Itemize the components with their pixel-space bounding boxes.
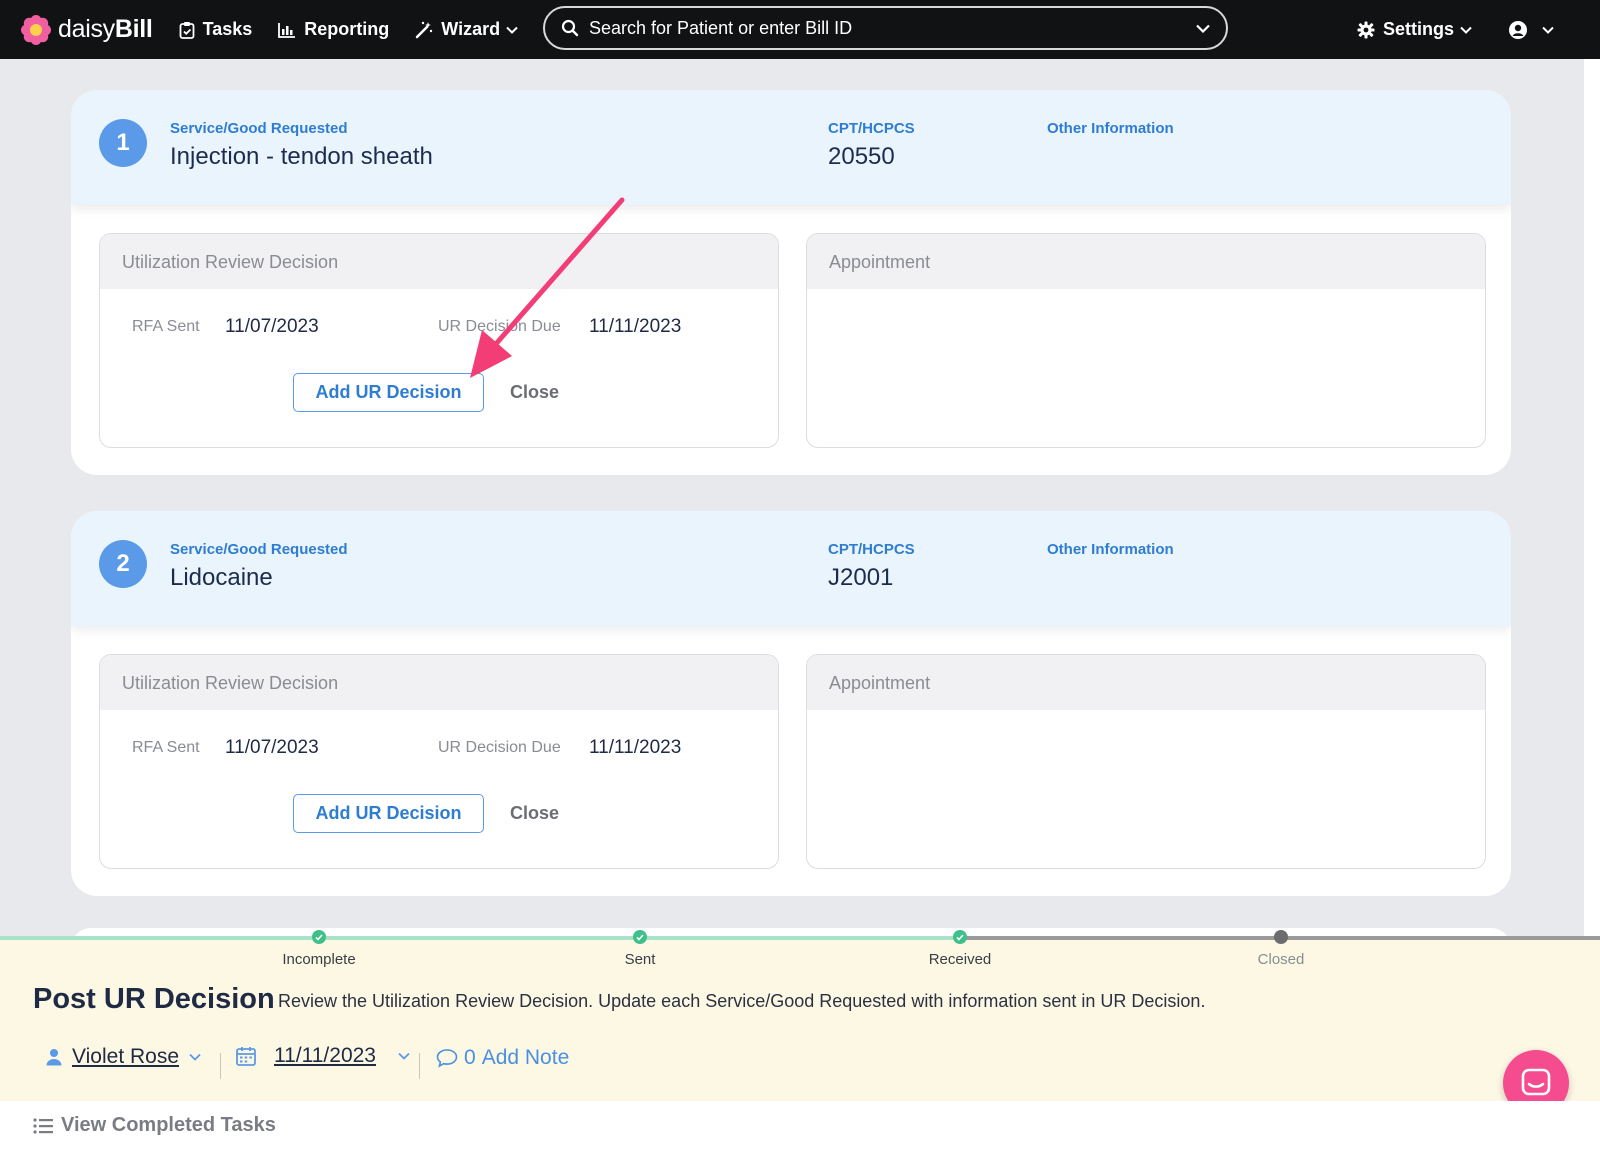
step-sent-check-icon [633, 930, 647, 944]
cpt-value: J2001 [828, 564, 894, 591]
service-label: Service/Good Requested [170, 541, 348, 558]
divider [419, 1053, 420, 1079]
progress-line-done [0, 936, 960, 940]
comment-icon [436, 1049, 458, 1068]
request-card-1: 1 Service/Good Requested Injection - ten… [71, 90, 1511, 475]
gear-icon [1357, 21, 1375, 38]
chevron-down-icon [506, 26, 518, 34]
assignee-name: Violet Rose [72, 1045, 180, 1068]
ur-due-value: 11/11/2023 [589, 316, 682, 337]
brand-logo[interactable]: daisyBill [20, 14, 153, 46]
due-date-picker[interactable]: 11/11/2023 [236, 1044, 410, 1068]
add-note-button[interactable]: 0 Add Note [436, 1046, 569, 1070]
step-incomplete-check-icon [312, 930, 326, 944]
ur-due-value: 11/11/2023 [589, 737, 682, 758]
chevron-down-icon [1542, 26, 1554, 34]
nav-tasks[interactable]: Tasks [179, 19, 253, 40]
view-completed-tasks-link[interactable]: View Completed Tasks [33, 1114, 276, 1137]
nav-wizard[interactable]: Wizard [415, 19, 526, 40]
appointment-panel: Appointment [806, 654, 1486, 869]
ur-decision-panel: Utilization Review Decision RFA Sent 11/… [99, 654, 779, 869]
step-incomplete-label: Incomplete [282, 951, 356, 968]
rfa-sent-value: 11/07/2023 [225, 316, 319, 337]
search-icon [561, 19, 579, 37]
add-ur-decision-button[interactable]: Add UR Decision [293, 373, 484, 412]
appointment-panel: Appointment [806, 233, 1486, 448]
chat-bubble-icon [1521, 1068, 1551, 1096]
request-header: 2 Service/Good Requested Lidocaine CPT/H… [71, 511, 1511, 626]
nav-settings[interactable]: Settings [1357, 19, 1480, 40]
user-circle-icon [1509, 20, 1527, 39]
user-menu[interactable] [1508, 20, 1562, 40]
rfa-sent-label: RFA Sent [132, 318, 200, 335]
ur-decision-panel: Utilization Review Decision RFA Sent 11/… [99, 233, 779, 448]
nav-reporting[interactable]: Reporting [278, 19, 389, 40]
task-description: Review the Utilization Review Decision. … [278, 991, 1206, 1011]
service-value: Injection - tendon sheath [170, 143, 433, 170]
top-nav: daisyBill Tasks Reporting Wizard Search … [0, 0, 1600, 59]
note-count: 0 [464, 1046, 476, 1069]
step-closed-dot [1274, 930, 1288, 944]
chevron-down-icon [398, 1052, 410, 1060]
task-panel: Incomplete Sent Received Closed Post UR … [0, 930, 1600, 1101]
appointment-panel-title: Appointment [807, 655, 1485, 710]
chevron-down-icon [1460, 26, 1472, 34]
daisy-logo-icon [20, 14, 52, 46]
view-completed-tasks-label: View Completed Tasks [61, 1114, 276, 1136]
service-label: Service/Good Requested [170, 120, 348, 137]
bar-chart-icon [278, 22, 296, 38]
list-icon [33, 1117, 53, 1134]
ur-decision-panel-title: Utilization Review Decision [100, 655, 778, 710]
cpt-label: CPT/HCPCS [828, 541, 915, 558]
calendar-icon [236, 1047, 256, 1066]
search-input[interactable]: Search for Patient or enter Bill ID [543, 6, 1228, 50]
chevron-down-icon[interactable] [1196, 24, 1210, 33]
user-icon [46, 1049, 62, 1066]
appointment-panel-title: Appointment [807, 234, 1485, 289]
request-card-2: 2 Service/Good Requested Lidocaine CPT/H… [71, 511, 1511, 896]
ur-decision-panel-title: Utilization Review Decision [100, 234, 778, 289]
search-placeholder: Search for Patient or enter Bill ID [589, 17, 853, 38]
step-sent-label: Sent [624, 951, 656, 968]
step-received-check-icon [953, 930, 967, 944]
footer-bar: View Completed Tasks [0, 1101, 1600, 1149]
magic-wand-icon [416, 21, 433, 38]
nav-reporting-label: Reporting [304, 19, 390, 39]
add-ur-decision-button[interactable]: Add UR Decision [293, 794, 484, 833]
nav-wizard-label: Wizard [441, 19, 501, 39]
close-button[interactable]: Close [510, 803, 559, 824]
request-header: 1 Service/Good Requested Injection - ten… [71, 90, 1511, 205]
assignee-select[interactable]: Violet Rose [46, 1045, 201, 1069]
brand-name: daisyBill [58, 15, 153, 43]
chevron-down-icon [189, 1053, 201, 1061]
nav-settings-label: Settings [1382, 19, 1454, 39]
task-title: Post UR Decision [33, 983, 275, 1015]
step-received-label: Received [928, 951, 992, 968]
cpt-label: CPT/HCPCS [828, 120, 915, 137]
other-information-label: Other Information [1047, 120, 1174, 137]
nav-tasks-label: Tasks [202, 19, 253, 39]
step-closed-label: Closed [1257, 951, 1305, 968]
scrollbar-track[interactable] [1584, 59, 1600, 939]
rfa-sent-value: 11/07/2023 [225, 737, 319, 758]
nav-right: Settings [1357, 0, 1562, 59]
request-number-badge: 1 [99, 119, 147, 167]
add-note-label: Add Note [481, 1046, 570, 1069]
cpt-value: 20550 [828, 143, 895, 170]
other-information-label: Other Information [1047, 541, 1174, 558]
divider [220, 1053, 221, 1079]
ur-due-label: UR Decision Due [438, 318, 561, 335]
close-button[interactable]: Close [510, 382, 559, 403]
rfa-sent-label: RFA Sent [132, 739, 200, 756]
due-date-value: 11/11/2023 [274, 1044, 376, 1067]
request-number-badge: 2 [99, 540, 147, 588]
service-value: Lidocaine [170, 564, 273, 591]
ur-due-label: UR Decision Due [438, 739, 561, 756]
clipboard-check-icon [179, 21, 194, 39]
